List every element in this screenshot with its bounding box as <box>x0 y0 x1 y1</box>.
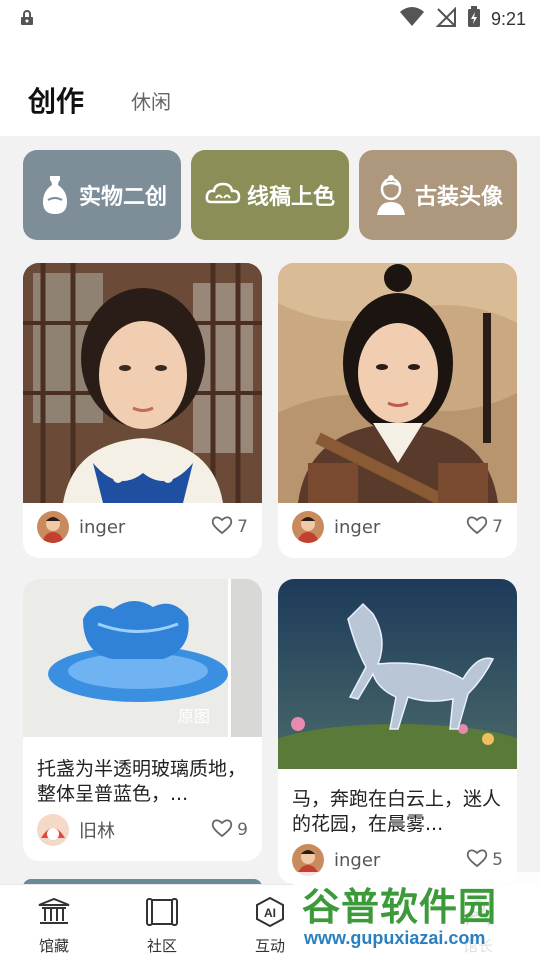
feed-card[interactable]: inger 7 <box>278 263 517 558</box>
heart-icon <box>211 515 233 540</box>
avatar <box>37 511 69 543</box>
header: 创作 休闲 <box>0 36 540 136</box>
like-count: 5 <box>492 850 503 870</box>
tab-leisure[interactable]: 休闲 <box>131 86 171 115</box>
wifi-icon <box>399 7 425 31</box>
nav-label: 馆藏 <box>38 937 69 955</box>
username: inger <box>79 516 126 538</box>
avatar <box>292 511 324 543</box>
like-count: 7 <box>492 517 503 537</box>
card-meta: 旧林 9 <box>37 814 248 846</box>
museum-icon <box>19 895 89 929</box>
nav-museum[interactable]: 馆藏 <box>19 895 89 956</box>
feed-card[interactable]: inger 7 <box>23 263 262 558</box>
category-label: 实物二创 <box>78 185 167 210</box>
heart-icon <box>466 515 488 540</box>
artwork-image: 原图 <box>23 579 262 737</box>
nav-label: 社区 <box>146 937 177 955</box>
svg-text:AI: AI <box>264 906 276 920</box>
nav-community[interactable]: 社区 <box>127 895 197 956</box>
username: 旧林 <box>79 821 115 842</box>
no-signal-icon <box>435 6 457 31</box>
category-object-recreate[interactable]: 实物二创 <box>23 150 181 240</box>
category-row: 实物二创 线稿上色 古装头像 <box>23 150 517 240</box>
status-bar: 9:21 <box>0 0 540 36</box>
username: inger <box>334 516 381 538</box>
avatar <box>37 814 69 846</box>
user-info[interactable]: 旧林 <box>37 814 115 846</box>
artwork-image <box>23 263 262 503</box>
heart-icon <box>466 848 488 873</box>
card-caption: 托盏为半透明玻璃质地，整体呈普蓝色，... <box>37 758 247 805</box>
watermark: 谷普软件园 www.gupuxiazai.com <box>294 872 540 960</box>
tab-create[interactable]: 创作 <box>28 80 84 120</box>
feed-card[interactable]: 原图 托盏为半透明玻璃质地，整体呈普蓝色，... 旧林 9 <box>23 579 262 861</box>
portrait-icon <box>373 173 409 217</box>
like-count: 9 <box>237 820 248 840</box>
cloud-sketch-icon <box>205 173 241 217</box>
card-meta: inger 7 <box>37 511 248 543</box>
scroll-icon <box>127 895 197 929</box>
card-meta: inger 7 <box>292 511 503 543</box>
clock: 9:21 <box>490 8 526 29</box>
watermark-url: www.gupuxiazai.com <box>304 928 486 948</box>
vase-icon <box>37 173 73 217</box>
card-caption: 马，奔跑在白云上，迷人的花园，在晨雾... <box>292 788 502 835</box>
like-count: 7 <box>237 517 248 537</box>
feed-card[interactable]: 马，奔跑在白云上，迷人的花园，在晨雾... inger 5 <box>278 579 517 884</box>
lock-icon <box>20 10 34 30</box>
user-info[interactable]: inger <box>292 511 380 543</box>
artwork-image <box>278 579 517 784</box>
heart-icon <box>211 818 233 843</box>
username: inger <box>334 849 381 871</box>
watermark-title: 谷普软件园 <box>302 887 498 929</box>
like-button[interactable]: 7 <box>211 515 248 540</box>
user-info[interactable]: inger <box>37 511 125 543</box>
like-button[interactable]: 9 <box>211 818 248 843</box>
like-button[interactable]: 5 <box>466 848 503 873</box>
original-badge: 原图 <box>178 707 211 726</box>
battery-charging-icon <box>467 6 481 32</box>
like-button[interactable]: 7 <box>466 515 503 540</box>
category-label: 线稿上色 <box>246 185 335 210</box>
category-label: 古装头像 <box>414 185 503 210</box>
artwork-image <box>278 263 517 509</box>
category-ancient-avatar[interactable]: 古装头像 <box>359 150 517 240</box>
category-lineart-color[interactable]: 线稿上色 <box>191 150 349 240</box>
